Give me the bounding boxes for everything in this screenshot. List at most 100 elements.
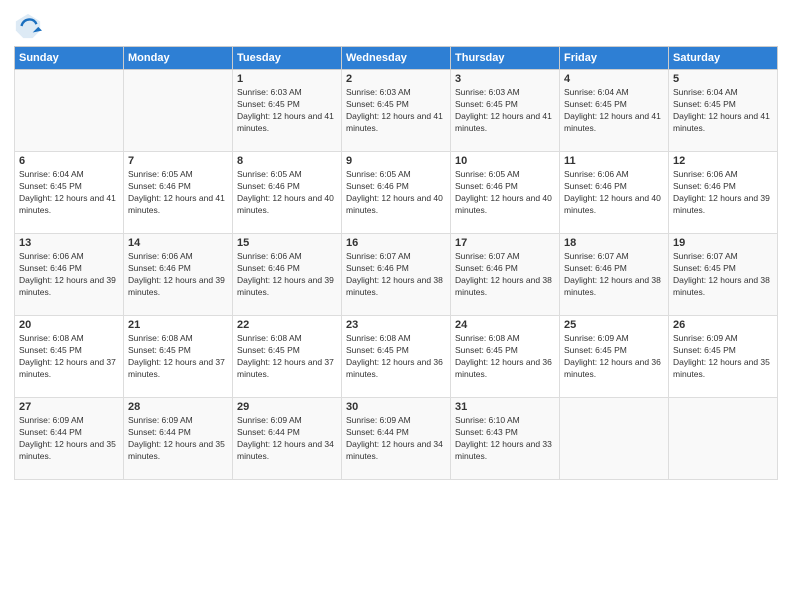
day-cell: 18 Sunrise: 6:07 AM Sunset: 6:46 PM Dayli… — [560, 234, 669, 316]
day-number: 2 — [346, 73, 446, 85]
day-cell: 22 Sunrise: 6:08 AM Sunset: 6:45 PM Dayli… — [233, 316, 342, 398]
calendar-header: SundayMondayTuesdayWednesdayThursdayFrid… — [15, 47, 778, 70]
day-cell: 23 Sunrise: 6:08 AM Sunset: 6:45 PM Dayli… — [342, 316, 451, 398]
day-info: Sunrise: 6:03 AM Sunset: 6:45 PM Dayligh… — [237, 87, 337, 135]
page: SundayMondayTuesdayWednesdayThursdayFrid… — [0, 0, 792, 612]
day-cell: 19 Sunrise: 6:07 AM Sunset: 6:45 PM Dayli… — [669, 234, 778, 316]
day-number: 21 — [128, 319, 228, 331]
day-number: 23 — [346, 319, 446, 331]
day-number: 10 — [455, 155, 555, 167]
day-cell: 6Sunrise: 6:04 AM Sunset: 6:45 PM Daylig… — [15, 152, 124, 234]
day-info: Sunrise: 6:06 AM Sunset: 6:46 PM Dayligh… — [564, 169, 664, 217]
day-cell: 17Sunrise: 6:07 AM Sunset: 6:46 PM Dayli… — [451, 234, 560, 316]
day-cell — [15, 70, 124, 152]
day-cell: 1Sunrise: 6:03 AM Sunset: 6:45 PM Daylig… — [233, 70, 342, 152]
day-number: 13 — [19, 237, 119, 249]
day-cell: 24 Sunrise: 6:08 AM Sunset: 6:45 PM Dayli… — [451, 316, 560, 398]
day-cell: 7Sunrise: 6:05 AM Sunset: 6:46 PM Daylig… — [124, 152, 233, 234]
day-info: Sunrise: 6:08 AM Sunset: 6:45 PM Dayligh… — [237, 333, 337, 381]
day-cell: 27 Sunrise: 6:09 AM Sunset: 6:44 PM Dayli… — [15, 398, 124, 480]
day-info: Sunrise: 6:04 AM Sunset: 6:45 PM Dayligh… — [564, 87, 664, 135]
day-info: Sunrise: 6:06 AM Sunset: 6:46 PM Dayligh… — [128, 251, 228, 299]
day-info: Sunrise: 6:09 AM Sunset: 6:44 PM Dayligh… — [346, 415, 446, 463]
header-day-wednesday: Wednesday — [342, 47, 451, 70]
day-cell — [560, 398, 669, 480]
day-cell: 9 Sunrise: 6:05 AM Sunset: 6:46 PM Daylig… — [342, 152, 451, 234]
header-day-saturday: Saturday — [669, 47, 778, 70]
day-number: 14 — [128, 237, 228, 249]
day-cell: 13 Sunrise: 6:06 AM Sunset: 6:46 PM Dayli… — [15, 234, 124, 316]
day-number: 26 — [673, 319, 773, 331]
day-info: Sunrise: 6:09 AM Sunset: 6:45 PM Dayligh… — [564, 333, 664, 381]
day-cell: 26 Sunrise: 6:09 AM Sunset: 6:45 PM Dayli… — [669, 316, 778, 398]
week-row-4: 20 Sunrise: 6:08 AM Sunset: 6:45 PM Dayli… — [15, 316, 778, 398]
day-number: 27 — [19, 401, 119, 413]
day-number: 25 — [564, 319, 664, 331]
day-cell: 25 Sunrise: 6:09 AM Sunset: 6:45 PM Dayli… — [560, 316, 669, 398]
day-cell: 16 Sunrise: 6:07 AM Sunset: 6:46 PM Dayli… — [342, 234, 451, 316]
day-cell: 5Sunrise: 6:04 AM Sunset: 6:45 PM Daylig… — [669, 70, 778, 152]
day-cell: 30 Sunrise: 6:09 AM Sunset: 6:44 PM Dayli… — [342, 398, 451, 480]
day-info: Sunrise: 6:08 AM Sunset: 6:45 PM Dayligh… — [455, 333, 555, 381]
day-info: Sunrise: 6:07 AM Sunset: 6:46 PM Dayligh… — [346, 251, 446, 299]
day-number: 4 — [564, 73, 664, 85]
day-cell: 21 Sunrise: 6:08 AM Sunset: 6:45 PM Dayli… — [124, 316, 233, 398]
day-cell: 29Sunrise: 6:09 AM Sunset: 6:44 PM Dayli… — [233, 398, 342, 480]
day-number: 8 — [237, 155, 337, 167]
day-info: Sunrise: 6:08 AM Sunset: 6:45 PM Dayligh… — [128, 333, 228, 381]
day-number: 17 — [455, 237, 555, 249]
calendar-table: SundayMondayTuesdayWednesdayThursdayFrid… — [14, 46, 778, 480]
calendar-body: 1Sunrise: 6:03 AM Sunset: 6:45 PM Daylig… — [15, 70, 778, 480]
day-number: 28 — [128, 401, 228, 413]
day-info: Sunrise: 6:03 AM Sunset: 6:45 PM Dayligh… — [346, 87, 446, 135]
day-cell: 15Sunrise: 6:06 AM Sunset: 6:46 PM Dayli… — [233, 234, 342, 316]
day-info: Sunrise: 6:08 AM Sunset: 6:45 PM Dayligh… — [19, 333, 119, 381]
day-info: Sunrise: 6:09 AM Sunset: 6:45 PM Dayligh… — [673, 333, 773, 381]
day-number: 29 — [237, 401, 337, 413]
day-info: Sunrise: 6:07 AM Sunset: 6:45 PM Dayligh… — [673, 251, 773, 299]
header — [14, 12, 778, 40]
day-cell: 8 Sunrise: 6:05 AM Sunset: 6:46 PM Daylig… — [233, 152, 342, 234]
day-info: Sunrise: 6:05 AM Sunset: 6:46 PM Dayligh… — [346, 169, 446, 217]
week-row-5: 27 Sunrise: 6:09 AM Sunset: 6:44 PM Dayli… — [15, 398, 778, 480]
day-info: Sunrise: 6:07 AM Sunset: 6:46 PM Dayligh… — [564, 251, 664, 299]
day-number: 9 — [346, 155, 446, 167]
week-row-2: 6Sunrise: 6:04 AM Sunset: 6:45 PM Daylig… — [15, 152, 778, 234]
day-info: Sunrise: 6:06 AM Sunset: 6:46 PM Dayligh… — [19, 251, 119, 299]
day-number: 6 — [19, 155, 119, 167]
day-cell: 11 Sunrise: 6:06 AM Sunset: 6:46 PM Dayli… — [560, 152, 669, 234]
day-number: 11 — [564, 155, 664, 167]
day-number: 30 — [346, 401, 446, 413]
day-number: 20 — [19, 319, 119, 331]
day-number: 7 — [128, 155, 228, 167]
day-number: 5 — [673, 73, 773, 85]
day-number: 31 — [455, 401, 555, 413]
day-info: Sunrise: 6:08 AM Sunset: 6:45 PM Dayligh… — [346, 333, 446, 381]
day-info: Sunrise: 6:05 AM Sunset: 6:46 PM Dayligh… — [455, 169, 555, 217]
day-cell: 3Sunrise: 6:03 AM Sunset: 6:45 PM Daylig… — [451, 70, 560, 152]
day-cell: 31 Sunrise: 6:10 AM Sunset: 6:43 PM Dayli… — [451, 398, 560, 480]
logo — [14, 12, 46, 40]
day-number: 22 — [237, 319, 337, 331]
day-number: 19 — [673, 237, 773, 249]
day-number: 16 — [346, 237, 446, 249]
day-cell — [669, 398, 778, 480]
day-info: Sunrise: 6:06 AM Sunset: 6:46 PM Dayligh… — [237, 251, 337, 299]
day-info: Sunrise: 6:09 AM Sunset: 6:44 PM Dayligh… — [19, 415, 119, 463]
day-number: 18 — [564, 237, 664, 249]
day-cell: 2 Sunrise: 6:03 AM Sunset: 6:45 PM Daylig… — [342, 70, 451, 152]
day-number: 24 — [455, 319, 555, 331]
day-info: Sunrise: 6:06 AM Sunset: 6:46 PM Dayligh… — [673, 169, 773, 217]
day-cell: 4 Sunrise: 6:04 AM Sunset: 6:45 PM Daylig… — [560, 70, 669, 152]
day-cell: 12 Sunrise: 6:06 AM Sunset: 6:46 PM Dayli… — [669, 152, 778, 234]
day-cell: 14 Sunrise: 6:06 AM Sunset: 6:46 PM Dayli… — [124, 234, 233, 316]
day-number: 12 — [673, 155, 773, 167]
day-info: Sunrise: 6:03 AM Sunset: 6:45 PM Dayligh… — [455, 87, 555, 135]
day-info: Sunrise: 6:10 AM Sunset: 6:43 PM Dayligh… — [455, 415, 555, 463]
header-day-monday: Monday — [124, 47, 233, 70]
day-cell: 28Sunrise: 6:09 AM Sunset: 6:44 PM Dayli… — [124, 398, 233, 480]
logo-icon — [14, 12, 42, 40]
day-cell — [124, 70, 233, 152]
day-info: Sunrise: 6:05 AM Sunset: 6:46 PM Dayligh… — [237, 169, 337, 217]
week-row-3: 13 Sunrise: 6:06 AM Sunset: 6:46 PM Dayli… — [15, 234, 778, 316]
